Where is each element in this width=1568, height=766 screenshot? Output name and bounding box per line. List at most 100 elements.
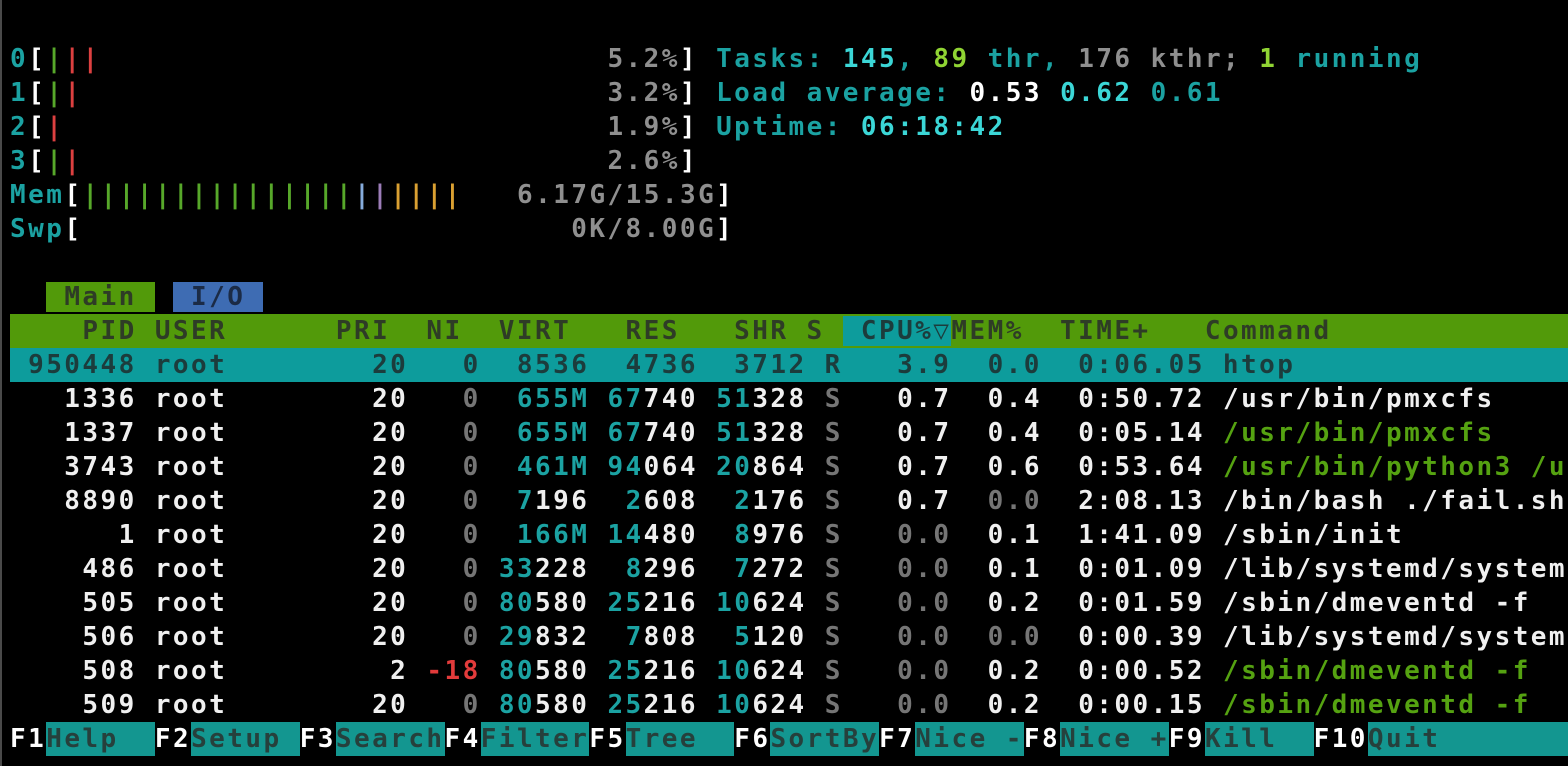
process-row-1[interactable]: 1 root 20 0 166M 14480 8976 S 0.0 0.1 1:…	[10, 518, 1568, 552]
process-cell-text: 1 root 20	[10, 520, 426, 550]
meter-line-cpu-1: 1[|| 3.2%] Load average: 0.53 0.62 0.61	[10, 76, 1568, 110]
fkey-number-f5: F5	[589, 722, 625, 756]
fkey-f7[interactable]: F7Nice -	[879, 722, 1024, 756]
uptime-text: Uptime:	[716, 112, 861, 142]
column-headers-left[interactable]: PID USER PRI NI VIRT RES SHR S	[10, 316, 843, 346]
process-cell-text: 0	[426, 520, 480, 550]
process-cell-text	[807, 384, 825, 414]
process-row-950448[interactable]: 950448 root 20 0 8536 4736 3712 R 3.9 0.…	[10, 348, 1568, 382]
fkey-action-f4: Filter	[481, 722, 590, 756]
process-row-505[interactable]: 505 root 20 0 80580 25216 10624 S 0.0 0.…	[10, 586, 1568, 620]
cpu-0-label: 0	[10, 44, 28, 74]
fkey-f6[interactable]: F6SortBy	[734, 722, 879, 756]
process-cell-text: 0.2	[951, 690, 1042, 720]
fkey-f5[interactable]: F5Tree	[589, 722, 734, 756]
process-cell-text: 0.0	[951, 622, 1042, 652]
meter-open-bracket: [	[28, 146, 46, 176]
tab-gap	[155, 282, 173, 312]
meter-line-mem: Mem[||||||||||||||||||||| 6.17G/15.3G]	[10, 178, 1568, 212]
process-cell-text	[698, 452, 716, 482]
meter-open-bracket: [	[64, 180, 82, 210]
cpu-1-value: 3.2%	[607, 78, 679, 108]
process-cell-text	[698, 690, 716, 720]
column-header-cpu-sort[interactable]: CPU%▽	[843, 316, 952, 346]
process-cell-text: 80	[499, 656, 535, 686]
tab-io[interactable]: I/O	[173, 282, 264, 312]
meter-bar-green-icon: |	[82, 180, 100, 210]
fkey-f9[interactable]: F9Kill	[1169, 722, 1314, 756]
process-cell-text: 0	[426, 588, 480, 618]
process-cell-text: 14	[607, 520, 643, 550]
process-cell-text: 624	[752, 656, 806, 686]
meter-open-bracket: [	[64, 214, 82, 244]
process-cell-text: /bin/bash ./fail.sh	[1223, 486, 1567, 516]
meter-close-bracket: ]	[680, 78, 698, 108]
cpu-3-value: 2.6%	[607, 146, 679, 176]
process-cell-text	[589, 486, 625, 516]
fkey-f10[interactable]: F10Quit	[1314, 722, 1568, 756]
fkey-f4[interactable]: F4Filter	[445, 722, 590, 756]
process-cell-text: 216	[644, 656, 698, 686]
fkey-number-f9: F9	[1169, 722, 1205, 756]
tasks-text: running	[1277, 44, 1422, 74]
meter-bar-blue-icon: |	[354, 180, 372, 210]
process-cell-text: 228	[535, 554, 589, 584]
process-cell-text	[807, 452, 825, 482]
process-row-508[interactable]: 508 root 2 -18 80580 25216 10624 S 0.0 0…	[10, 654, 1568, 688]
tab-main[interactable]: Main	[46, 282, 155, 312]
fkey-action-f2: Setup	[191, 722, 300, 756]
process-cell-text: 580	[535, 656, 589, 686]
process-cell-text: 8890 root 20	[10, 486, 426, 516]
process-cell-text: 272	[752, 554, 806, 584]
meter-bar-red-icon: |	[64, 44, 82, 74]
process-cell-text: 480	[644, 520, 698, 550]
process-cell-text	[807, 554, 825, 584]
process-row-486[interactable]: 486 root 20 0 33228 8296 7272 S 0.0 0.1 …	[10, 552, 1568, 586]
process-cell-text: 0.0	[843, 690, 952, 720]
tasks-text: ;	[1223, 44, 1259, 74]
process-cell-text: S	[825, 588, 843, 618]
meter-bar-green-icon: |	[227, 180, 245, 210]
process-row-1336[interactable]: 1336 root 20 0 655M 67740 51328 S 0.7 0.…	[10, 382, 1568, 416]
fkey-f3[interactable]: F3Search	[300, 722, 445, 756]
process-cell-text: 0:53.64	[1042, 452, 1223, 482]
meter-empty-space	[463, 180, 517, 210]
process-row-506[interactable]: 506 root 20 0 29832 7808 5120 S 0.0 0.0 …	[10, 620, 1568, 654]
process-cell-text: 33	[499, 554, 535, 584]
process-cell-text: 3743 root 20	[10, 452, 426, 482]
process-cell-text: 064	[644, 452, 698, 482]
gap	[698, 112, 716, 142]
process-cell-text: S	[825, 486, 843, 516]
process-row-3743[interactable]: 3743 root 20 0 461M 94064 20864 S 0.7 0.…	[10, 450, 1568, 484]
fkey-f2[interactable]: F2Setup	[155, 722, 300, 756]
fkey-action-f10: Quit	[1368, 722, 1568, 756]
process-cell-text: 0.1	[951, 520, 1042, 550]
fkey-action-f3: Search	[336, 722, 445, 756]
process-cell-text	[481, 656, 499, 686]
process-cell-text: 25	[607, 588, 643, 618]
process-cell-text: 0.7	[843, 452, 952, 482]
process-cell-text: /sbin/dmeventd -f	[1223, 690, 1531, 720]
process-cell-text: 624	[752, 588, 806, 618]
swp-label: Swp	[10, 214, 64, 244]
process-cell-text: 5	[734, 622, 752, 652]
process-cell-text: 740	[644, 418, 698, 448]
process-cell-text: 0.0	[843, 554, 952, 584]
process-cell-text	[807, 418, 825, 448]
process-cell-text: 10	[716, 690, 752, 720]
process-row-8890[interactable]: 8890 root 20 0 7196 2608 2176 S 0.7 0.0 …	[10, 484, 1568, 518]
column-headers-right[interactable]: MEM% TIME+ Command	[951, 316, 1331, 346]
process-cell-text	[481, 690, 499, 720]
mem-value: 6.17G/15.3G	[517, 180, 716, 210]
fkey-f8[interactable]: F8Nice +	[1024, 722, 1169, 756]
fkey-f1[interactable]: F1Help	[10, 722, 155, 756]
process-row-509[interactable]: 509 root 20 0 80580 25216 10624 S 0.0 0.…	[10, 688, 1568, 722]
process-cell-text: 2:08.13	[1042, 486, 1223, 516]
process-cell-text: 216	[644, 690, 698, 720]
process-cell-text: 976	[752, 520, 806, 550]
tasks-text: 176 kthr	[1078, 44, 1223, 74]
tasks-text: ,	[1042, 44, 1078, 74]
process-row-1337[interactable]: 1337 root 20 0 655M 67740 51328 S 0.7 0.…	[10, 416, 1568, 450]
process-cell-text: 608	[644, 486, 698, 516]
meter-line-cpu-2: 2[| 1.9%] Uptime: 06:18:42	[10, 110, 1568, 144]
